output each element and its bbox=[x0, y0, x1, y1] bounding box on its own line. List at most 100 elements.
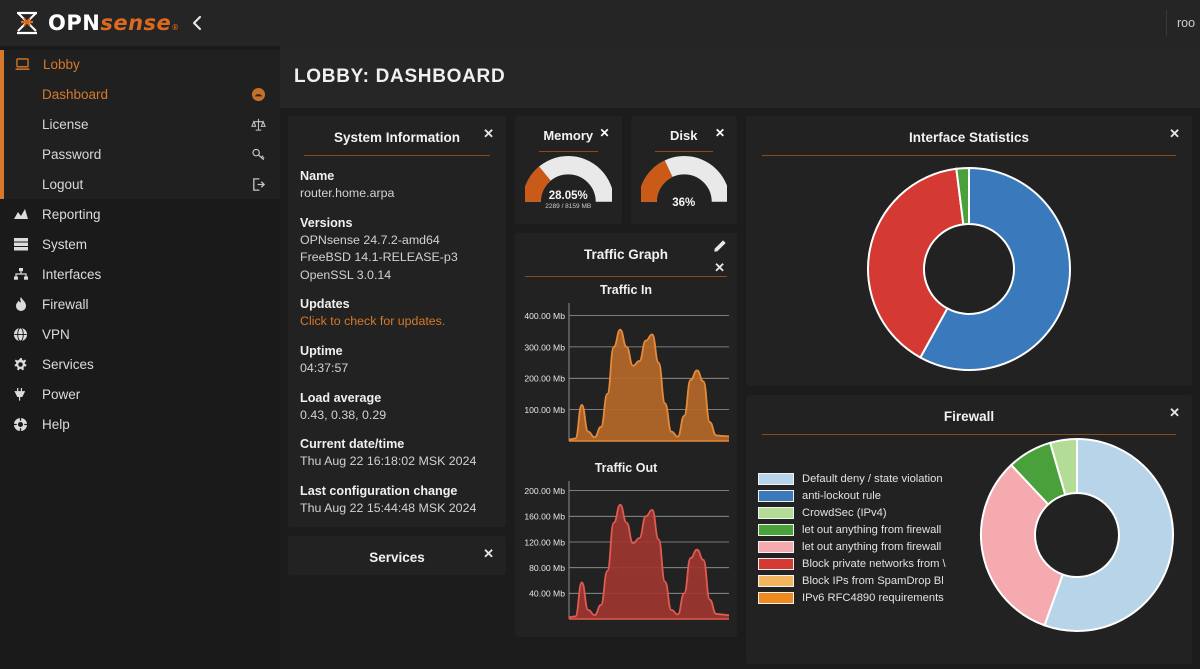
system-info-row: Current date/time Thu Aug 22 16:18:02 MS… bbox=[300, 437, 494, 471]
services-panel-title: Services bbox=[369, 550, 425, 566]
sidebar-item-system[interactable]: System bbox=[0, 229, 280, 259]
brand-sense-text: sense bbox=[100, 11, 172, 35]
brand-logo[interactable]: OPN sense ® bbox=[0, 11, 280, 35]
traffic-out-chart: 40.00 Mb 80.00 Mb 120.00 Mb 160.00 Mb 200.00… bbox=[521, 477, 731, 627]
page-title: LOBBY: DASHBOARD bbox=[294, 66, 506, 87]
sidebar-item-power-label: Power bbox=[42, 386, 81, 402]
legend-label: Default deny / state violation bbox=[802, 472, 943, 485]
disk-gauge-header: Disk ✕ bbox=[641, 124, 728, 151]
sidebar-group-lobby[interactable]: Lobby bbox=[0, 50, 280, 79]
system-info-value: router.home.arpa bbox=[300, 186, 395, 200]
system-info-value: FreeBSD 14.1-RELEASE-p3 bbox=[300, 250, 458, 265]
svg-text:100.00 Mb: 100.00 Mb bbox=[524, 405, 565, 415]
legend-item[interactable]: let out anything from firewall bbox=[758, 540, 970, 553]
close-icon[interactable]: ✕ bbox=[483, 127, 494, 140]
chart-area-icon bbox=[12, 207, 29, 221]
close-icon[interactable]: ✕ bbox=[1169, 406, 1180, 419]
traffic-graph-panel: Traffic Graph ✕ Traffic In 100.00 Mb 200.… bbox=[515, 233, 737, 637]
services-panel-header: Services ✕ bbox=[300, 544, 494, 569]
legend-color-swatch bbox=[758, 472, 794, 485]
traffic-out-title: Traffic Out bbox=[594, 461, 658, 475]
system-info-label: Versions bbox=[300, 215, 353, 230]
system-info-value: OPNsense 24.7.2-amd64 bbox=[300, 232, 440, 247]
svg-text:80.00 Mb: 80.00 Mb bbox=[529, 563, 565, 573]
system-info-value: Thu Aug 22 15:44:48 MSK 2024 bbox=[300, 500, 477, 515]
legend-color-swatch bbox=[758, 540, 794, 553]
legend-item[interactable]: let out anything from firewall bbox=[758, 523, 970, 536]
svg-text:300.00 Mb: 300.00 Mb bbox=[524, 342, 565, 352]
system-info-row: Updates Click to check for updates. bbox=[300, 297, 494, 331]
opnsense-logo-icon bbox=[14, 11, 40, 35]
sidebar-sub-list: Dashboard License Password Logout bbox=[0, 79, 280, 199]
sidebar-item-license-label: License bbox=[42, 116, 89, 132]
close-icon[interactable]: ✕ bbox=[1169, 127, 1180, 140]
chevron-left-icon[interactable] bbox=[191, 15, 203, 31]
system-info-label: Current date/time bbox=[300, 437, 405, 452]
main-content: LOBBY: DASHBOARD System Information ✕ Na… bbox=[280, 46, 1200, 669]
system-info-value: Thu Aug 22 16:18:02 MSK 2024 bbox=[300, 454, 477, 469]
legend-item[interactable]: Block IPs from SpamDrop Bl bbox=[758, 574, 970, 587]
system-info-row: Versions OPNsense 24.7.2-amd64 FreeBSD 1… bbox=[300, 216, 494, 285]
close-icon[interactable]: ✕ bbox=[483, 547, 494, 560]
memory-gauge-title: Memory bbox=[543, 128, 594, 143]
sidebar-item-interfaces[interactable]: Interfaces bbox=[0, 259, 280, 289]
brand-opn-text: OPN bbox=[48, 11, 101, 35]
sidebar-nav: Lobby Dashboard License Password Logout … bbox=[0, 46, 280, 669]
sidebar-item-dashboard[interactable]: Dashboard bbox=[4, 79, 280, 109]
traffic-graph-header: Traffic Graph ✕ bbox=[521, 239, 731, 276]
sidebar-item-services[interactable]: Services bbox=[0, 349, 280, 379]
close-icon[interactable]: ✕ bbox=[599, 126, 609, 140]
memory-gauge-arc bbox=[525, 156, 612, 203]
legend-item[interactable]: Default deny / state violation bbox=[758, 472, 970, 485]
close-icon[interactable]: ✕ bbox=[715, 126, 725, 140]
legend-color-swatch bbox=[758, 591, 794, 604]
firewall-panel: Firewall ✕ Default deny / state violatio… bbox=[746, 395, 1192, 664]
pencil-icon[interactable] bbox=[713, 239, 727, 253]
sidebar-item-power[interactable]: Power bbox=[0, 379, 280, 409]
globe-icon bbox=[12, 326, 29, 342]
legend-color-swatch bbox=[758, 523, 794, 536]
logout-icon bbox=[251, 177, 266, 192]
sidebar-item-firewall[interactable]: Firewall bbox=[0, 289, 280, 319]
legend-item[interactable]: anti-lockout rule bbox=[758, 489, 970, 502]
check-for-updates-link[interactable]: Click to check for updates. bbox=[300, 313, 494, 331]
interface-statistics-header: Interface Statistics ✕ bbox=[758, 124, 1180, 155]
legend-item[interactable]: CrowdSec (IPv4) bbox=[758, 506, 970, 519]
sidebar-item-dashboard-label: Dashboard bbox=[42, 86, 109, 102]
sidebar-item-vpn-label: VPN bbox=[42, 326, 70, 342]
current-user-label[interactable]: roo bbox=[1166, 10, 1200, 36]
dashboard-column-left: System Information ✕ Name router.home.ar… bbox=[288, 116, 506, 576]
scales-icon bbox=[251, 117, 266, 132]
sidebar-item-vpn[interactable]: VPN bbox=[0, 319, 280, 349]
server-icon bbox=[12, 237, 29, 251]
sidebar-item-license[interactable]: License bbox=[4, 109, 280, 139]
system-info-value: 0.43, 0.38, 0.29 bbox=[300, 407, 387, 422]
system-info-label: Name bbox=[300, 169, 335, 183]
legend-label: anti-lockout rule bbox=[802, 489, 881, 502]
sidebar-item-reporting[interactable]: Reporting bbox=[0, 199, 280, 229]
sidebar-item-firewall-label: Firewall bbox=[42, 296, 89, 312]
legend-label: let out anything from firewall bbox=[802, 540, 942, 553]
close-icon[interactable]: ✕ bbox=[714, 261, 725, 274]
sidebar-item-help[interactable]: Help bbox=[0, 409, 280, 439]
sidebar-item-logout-label: Logout bbox=[42, 176, 84, 192]
legend-item[interactable]: Block private networks from \ bbox=[758, 557, 970, 570]
legend-item[interactable]: IPv6 RFC4890 requirements bbox=[758, 591, 970, 604]
sidebar-item-password[interactable]: Password bbox=[4, 139, 280, 169]
sitemap-icon bbox=[12, 267, 29, 281]
sidebar-item-logout[interactable]: Logout bbox=[4, 169, 280, 199]
system-info-label: Last configuration change bbox=[300, 483, 458, 498]
svg-text:200.00 Mb: 200.00 Mb bbox=[524, 374, 565, 384]
sidebar-group-lobby-label: Lobby bbox=[43, 57, 80, 72]
dashboard-grid: System Information ✕ Name router.home.ar… bbox=[280, 108, 1200, 664]
firewall-panel-title: Firewall bbox=[943, 409, 995, 424]
system-information-panel: System Information ✕ Name router.home.ar… bbox=[288, 116, 506, 528]
legend-label: CrowdSec (IPv4) bbox=[802, 506, 887, 519]
system-info-row: Name router.home.arpa bbox=[300, 169, 494, 203]
sidebar-item-services-label: Services bbox=[42, 356, 94, 372]
traffic-in-chart: 100.00 Mb 200.00 Mb 300.00 Mb 400.00 Mb bbox=[521, 299, 731, 449]
disk-gauge-panel: Disk ✕ 36% bbox=[630, 116, 737, 224]
legend-label: Block private networks from \ bbox=[802, 557, 946, 570]
interface-statistics-donut-wrap bbox=[758, 164, 1180, 374]
svg-text:120.00 Mb: 120.00 Mb bbox=[524, 537, 565, 547]
